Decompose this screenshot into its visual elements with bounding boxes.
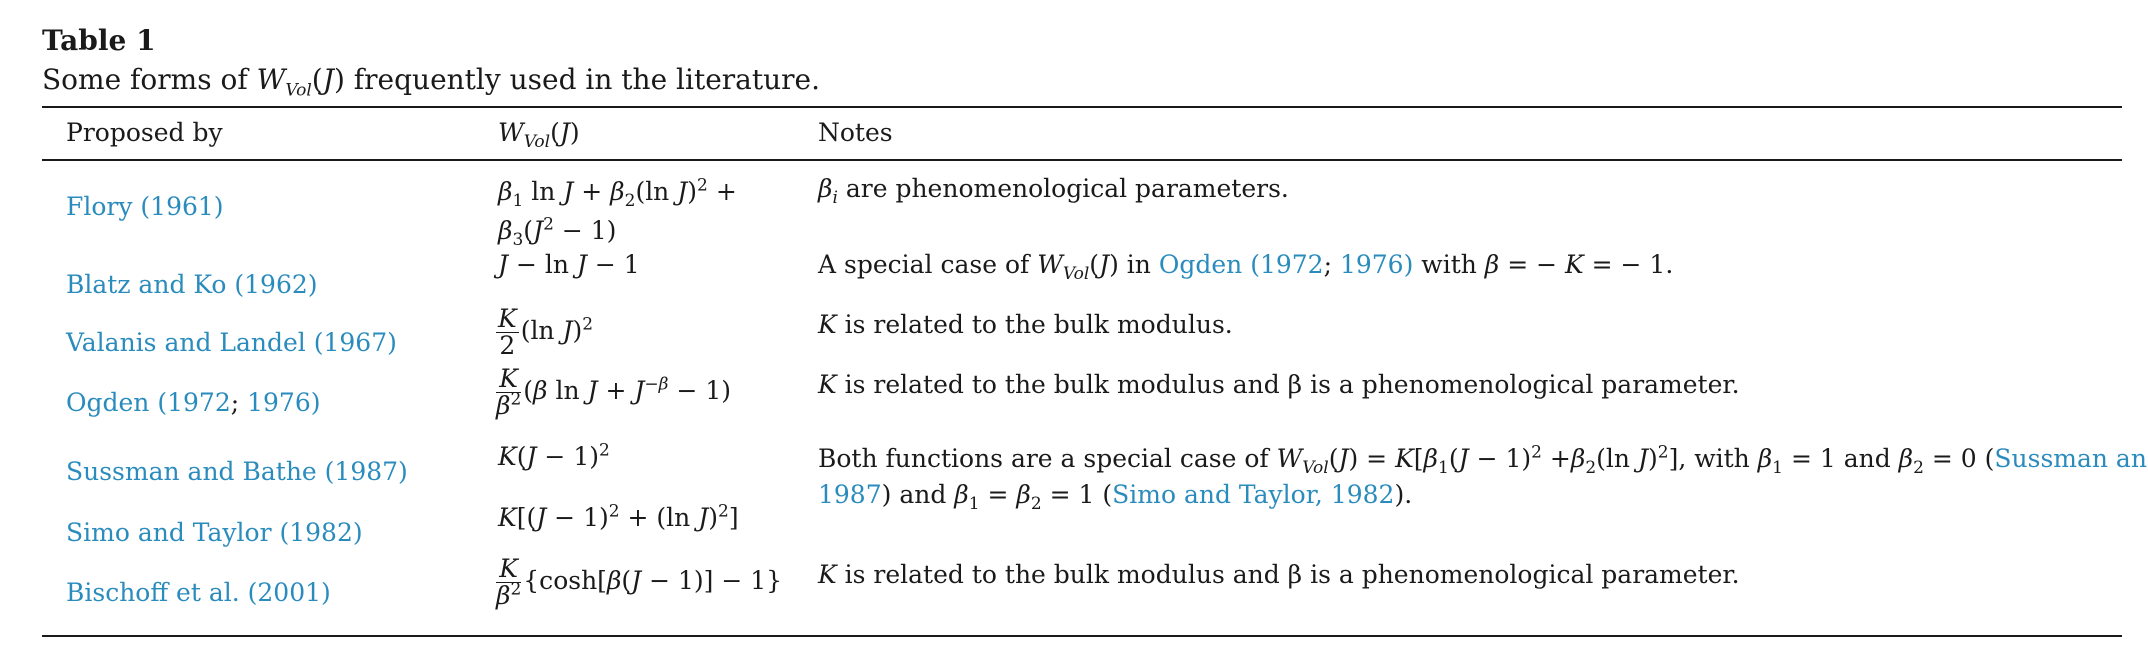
author: Ogden (1972; 1976): [66, 388, 321, 417]
author-link[interactable]: Simo and Taylor (1982): [66, 516, 363, 550]
formula: J − ln J − 1: [498, 250, 640, 279]
note: K is related to the bulk modulus and β i…: [818, 370, 1740, 399]
table-title: Some forms of WVol(J) frequently used in…: [42, 63, 820, 101]
bottom-rule: [42, 635, 2122, 637]
formula: β1 ln J + β2(ln J)2 +: [498, 175, 737, 211]
author-link[interactable]: Sussman and Bathe (1987): [66, 455, 408, 489]
formula-cont: β3(J2 − 1): [498, 214, 617, 250]
note-cont: 1987) and β1 = β2 = 1 (Simo and Taylor, …: [818, 480, 1413, 514]
author-link[interactable]: Bischoff et al. (2001): [66, 576, 331, 610]
table-label: Table 1: [42, 24, 156, 57]
note: βi are phenomenological parameters.: [818, 174, 1289, 208]
formula: Kβ2 {cosh[β(J − 1)] − 1}: [496, 554, 783, 610]
author-link[interactable]: Flory (1961): [66, 190, 224, 224]
author-link[interactable]: Blatz and Ko (1962): [66, 268, 318, 302]
author-link[interactable]: Ogden (1972: [66, 388, 231, 417]
formula: K(J − 1)2: [498, 440, 610, 471]
note: A special case of WVol(J) in Ogden (1972…: [818, 250, 1674, 284]
formula: K 2 (ln J)2: [496, 304, 594, 360]
header-rule: [42, 159, 2122, 161]
table-caption: Table 1 Some forms of WVol(J) frequently…: [42, 22, 820, 100]
citation-link[interactable]: Ogden (1972: [1159, 250, 1324, 279]
author-link[interactable]: 1976): [247, 388, 320, 417]
citation-link[interactable]: Sussman and Bathe,: [1994, 444, 2148, 473]
author-link[interactable]: Valanis and Landel (1967): [66, 326, 397, 360]
top-rule: [42, 106, 2122, 108]
note: K is related to the bulk modulus and β i…: [818, 560, 1740, 589]
header-notes: Notes: [818, 118, 893, 147]
header-proposed-by: Proposed by: [66, 118, 223, 147]
note: Both functions are a special case of WVo…: [818, 442, 2148, 477]
citation-link[interactable]: Simo and Taylor, 1982: [1112, 480, 1394, 509]
note: K is related to the bulk modulus.: [818, 310, 1233, 339]
citation-link[interactable]: 1987: [818, 480, 882, 509]
formula: Kβ2 (β ln J + J−β − 1): [496, 364, 731, 420]
formula: K[(J − 1)2 + (ln J)2]: [498, 501, 739, 532]
citation-link[interactable]: 1976): [1340, 250, 1413, 279]
header-wvol: WVol(J): [498, 118, 580, 152]
